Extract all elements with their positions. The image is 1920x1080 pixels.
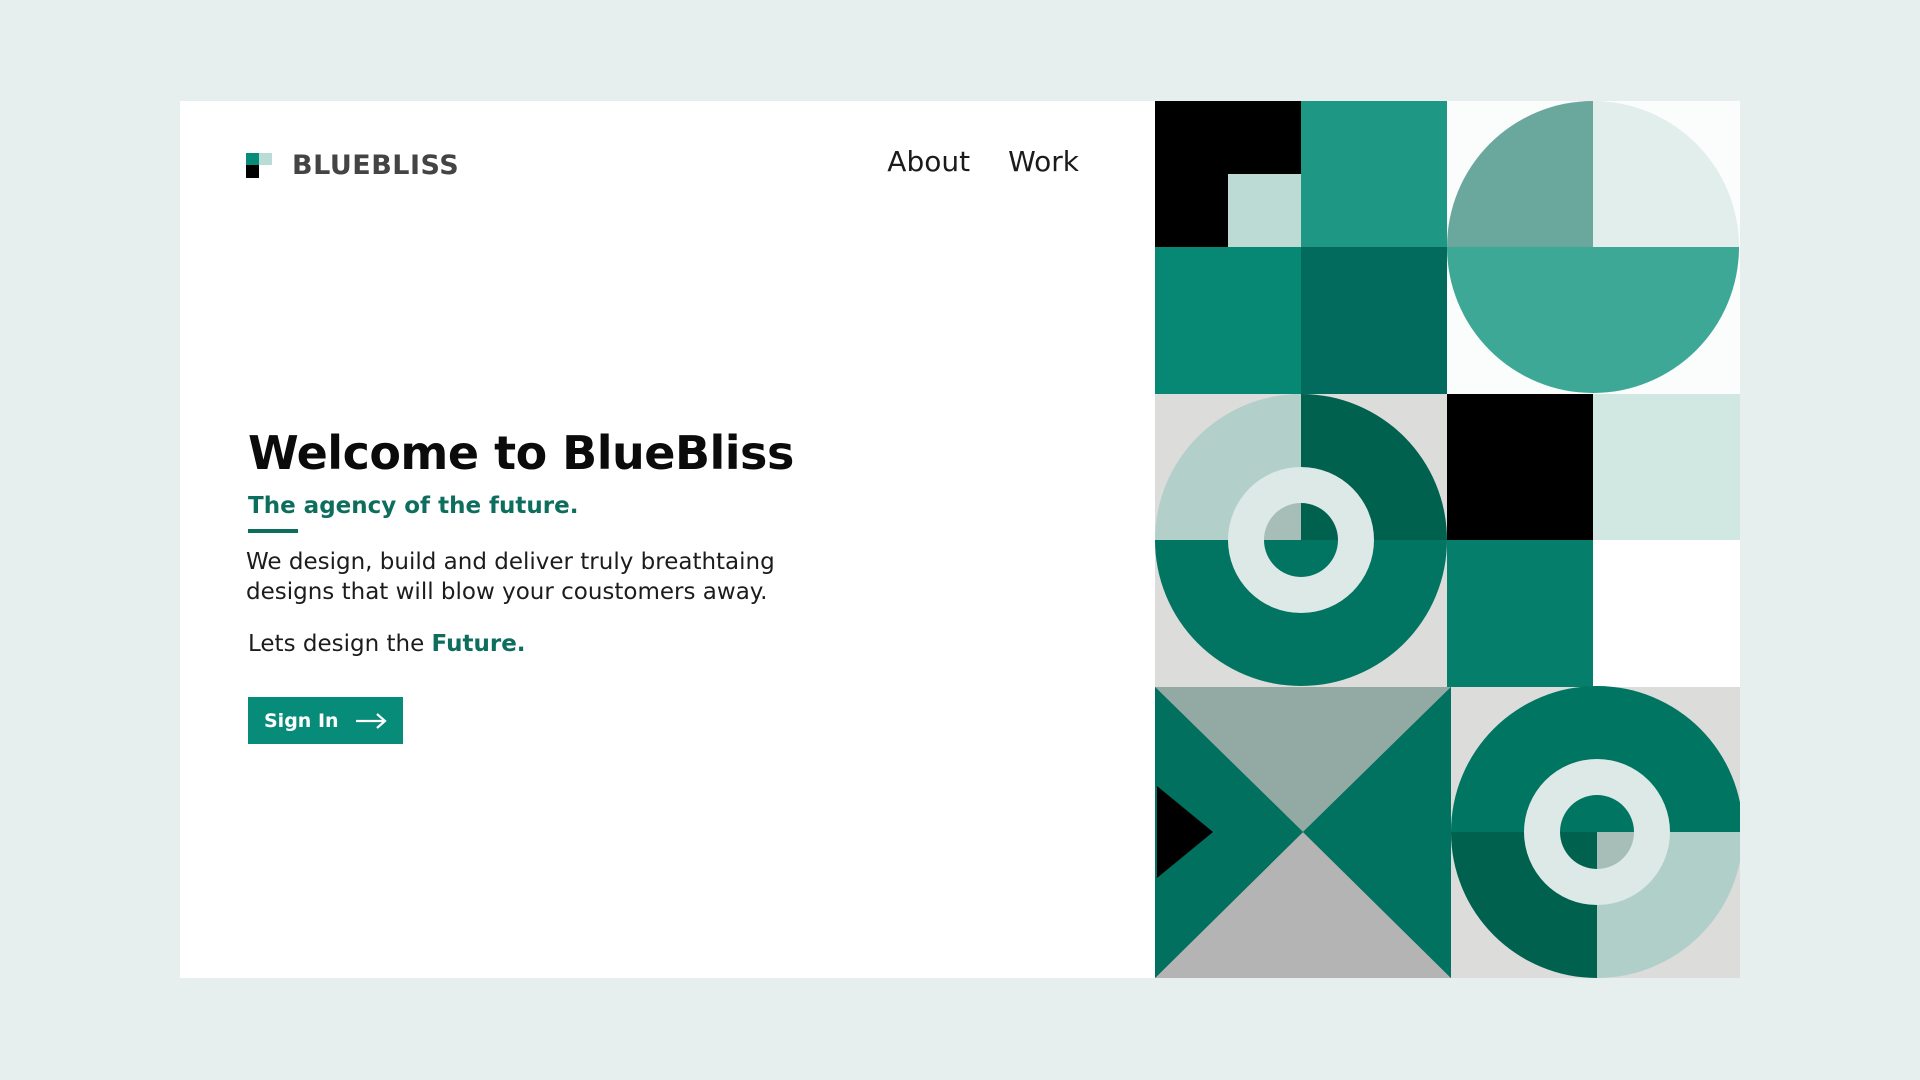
hero-tagline: Lets design the Future. (248, 631, 836, 657)
tile-black-square (1155, 101, 1301, 247)
nav-about[interactable]: About (887, 145, 970, 178)
arrow-right-icon (355, 712, 387, 729)
nav-work[interactable]: Work (1008, 145, 1079, 178)
tile-ring-target-2 (1451, 686, 1740, 978)
subtitle-underline (248, 529, 298, 533)
tile-white-square (1593, 540, 1740, 687)
tile-ring-target (1155, 394, 1447, 687)
brand-logo[interactable]: BLUEBLISS (246, 150, 459, 181)
geometric-pattern-illustration (1155, 101, 1740, 978)
tile-mint-square (1593, 394, 1740, 540)
tagline-prefix: Lets design the (248, 631, 432, 657)
tile-half-circle (1447, 101, 1740, 394)
sign-in-label: Sign In (264, 709, 339, 732)
hero-title: Welcome to BlueBliss (248, 426, 794, 480)
tile-teal-square (1301, 101, 1447, 247)
tagline-emphasis: Future. (431, 631, 526, 657)
hero-section: Welcome to BlueBliss The agency of the f… (246, 426, 836, 744)
content-panel: BLUEBLISS About Work Welcome to BlueBlis… (180, 101, 1155, 978)
top-nav: About Work (887, 145, 1079, 178)
tile-dark-teal-square (1301, 247, 1447, 394)
logo-mark-icon (246, 153, 276, 178)
brand-name: BLUEBLISS (292, 150, 460, 181)
hero-subtitle: The agency of the future. (248, 493, 579, 519)
tile-black-square-2 (1447, 394, 1593, 540)
landing-card: BLUEBLISS About Work Welcome to BlueBlis… (180, 101, 1740, 978)
sign-in-button[interactable]: Sign In (248, 697, 403, 744)
tile-teal-square-2 (1155, 247, 1301, 394)
tile-triangles (1155, 687, 1451, 978)
geometric-art-panel (1155, 101, 1740, 978)
hero-description: We design, build and deliver truly breat… (246, 549, 775, 605)
tile-teal-square-3 (1447, 540, 1593, 687)
